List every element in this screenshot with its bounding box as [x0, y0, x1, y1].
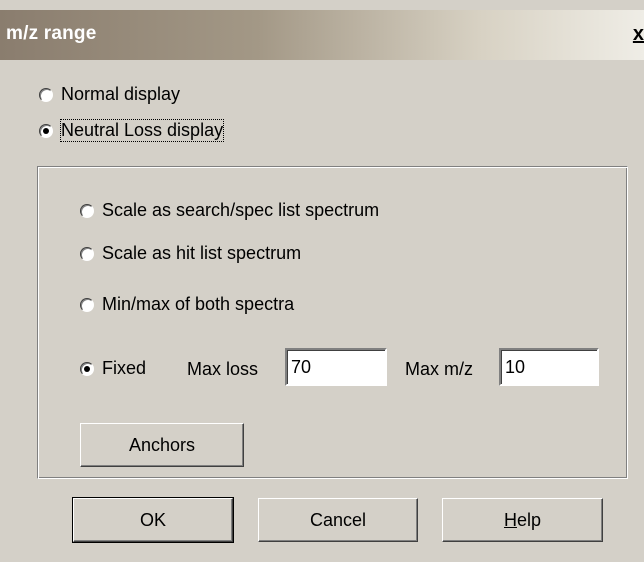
radio-normal-display[interactable]: Normal display — [39, 84, 180, 105]
radio-scale-hit-list-indicator[interactable] — [80, 246, 94, 261]
anchors-button-label: Anchors — [128, 434, 196, 455]
radio-neutral-loss-display-indicator[interactable] — [39, 123, 53, 138]
max-loss-label: Max loss — [187, 359, 259, 379]
radio-scale-search-spec[interactable]: Scale as search/spec list spectrum — [80, 200, 379, 221]
radio-scale-hit-list[interactable]: Scale as hit list spectrum — [80, 243, 301, 264]
help-button-label: Help — [503, 509, 542, 530]
help-button[interactable]: Help — [442, 498, 603, 542]
max-mz-input[interactable] — [499, 348, 599, 386]
radio-scale-search-spec-indicator[interactable] — [80, 203, 94, 218]
radio-min-max-both-indicator[interactable] — [80, 297, 94, 312]
radio-fixed[interactable]: Fixed — [80, 358, 146, 379]
close-icon[interactable]: x — [633, 23, 644, 46]
radio-scale-search-spec-label: Scale as search/spec list spectrum — [102, 200, 380, 220]
radio-normal-display-label: Normal display — [61, 84, 181, 104]
radio-neutral-loss-display[interactable]: Neutral Loss display — [39, 119, 225, 142]
radio-scale-hit-list-label: Scale as hit list spectrum — [102, 243, 302, 263]
radio-min-max-both[interactable]: Min/max of both spectra — [80, 294, 294, 315]
max-loss-input[interactable] — [285, 348, 387, 386]
cancel-button-label: Cancel — [309, 509, 367, 530]
cancel-button[interactable]: Cancel — [258, 498, 418, 542]
anchors-button[interactable]: Anchors — [80, 423, 244, 467]
radio-neutral-loss-display-label: Neutral Loss display — [59, 119, 225, 142]
radio-fixed-label: Fixed — [102, 358, 147, 378]
max-mz-label: Max m/z — [405, 359, 474, 379]
title-bar[interactable]: m/z range x — [0, 10, 644, 60]
ok-button[interactable]: OK — [72, 497, 234, 543]
radio-normal-display-indicator[interactable] — [39, 87, 53, 102]
radio-fixed-indicator[interactable] — [80, 361, 94, 376]
window-title: m/z range — [6, 23, 97, 44]
mz-range-dialog: m/z range x Normal display Neutral Loss … — [0, 0, 644, 562]
radio-min-max-both-label: Min/max of both spectra — [102, 294, 295, 314]
ok-button-label: OK — [139, 509, 166, 530]
